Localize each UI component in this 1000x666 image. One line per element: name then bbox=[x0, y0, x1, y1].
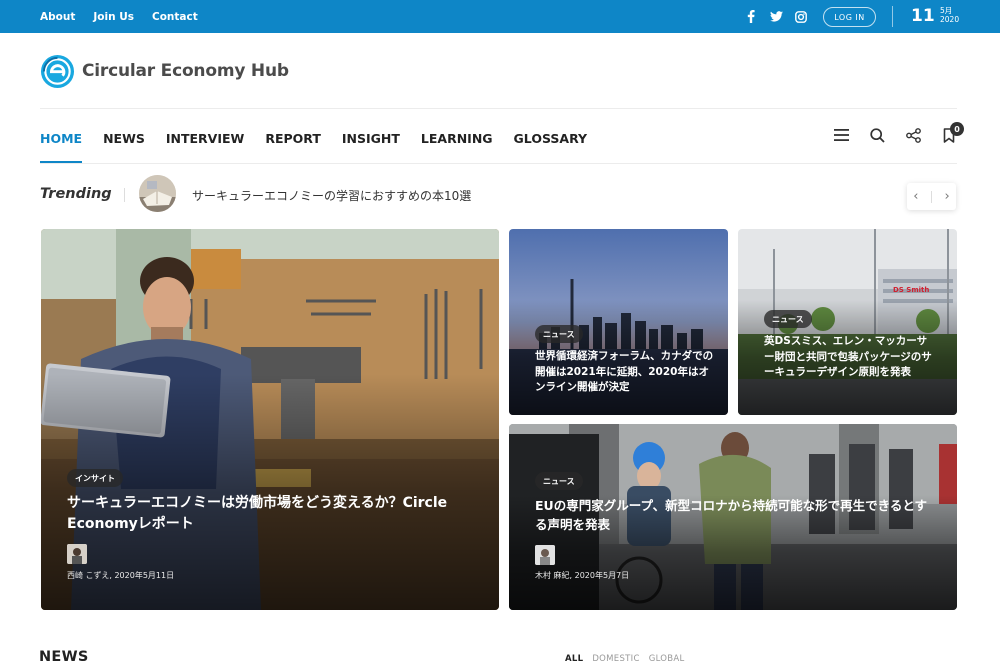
menu-icon[interactable] bbox=[832, 126, 850, 144]
featured-main-card[interactable]: インサイト サーキュラーエコノミーは労働市場をどう変えるか？Circle Eco… bbox=[41, 229, 499, 610]
trending-separator bbox=[124, 188, 125, 202]
logo-text: Circular Economy Hub bbox=[82, 61, 289, 81]
twitter-icon[interactable] bbox=[769, 10, 783, 24]
trending-prev-button[interactable]: ‹ bbox=[913, 189, 918, 204]
featured-main-tag[interactable]: インサイト bbox=[67, 469, 123, 487]
login-button[interactable]: LOG IN bbox=[823, 7, 876, 27]
main-nav: HOME NEWS INTERVIEW REPORT INSIGHT LEARN… bbox=[40, 116, 588, 163]
featured-main-title[interactable]: サーキュラーエコノミーは労働市場をどう変えるか？Circle Economyレポ… bbox=[67, 493, 477, 534]
featured-forum-tag[interactable]: ニュース bbox=[535, 325, 583, 343]
share-icon[interactable] bbox=[904, 126, 922, 144]
nav-home[interactable]: HOME bbox=[40, 116, 83, 163]
bookmark-count-badge: 0 bbox=[950, 122, 964, 136]
dssmith-sign: DS Smith bbox=[893, 286, 930, 294]
nav-report[interactable]: REPORT bbox=[265, 116, 321, 160]
social-links bbox=[744, 0, 808, 33]
instagram-icon[interactable] bbox=[794, 10, 808, 24]
news-filter-all[interactable]: ALL bbox=[565, 654, 583, 664]
nav-learning[interactable]: LEARNING bbox=[421, 116, 493, 160]
featured-card-forum[interactable]: ニュース 世界循環経済フォーラム、カナダでの開催は2021年に延期、2020年は… bbox=[509, 229, 728, 415]
date-month: 5月 bbox=[940, 6, 953, 15]
logo-mark-icon bbox=[40, 54, 75, 88]
featured-eu-author-avatar bbox=[535, 545, 555, 565]
top-divider bbox=[892, 6, 893, 27]
trending-thumbnail[interactable] bbox=[139, 175, 176, 212]
news-section-heading: NEWS bbox=[39, 649, 89, 665]
news-filter-domestic[interactable]: DOMESTIC bbox=[592, 654, 639, 664]
site-logo[interactable]: Circular Economy Hub bbox=[40, 53, 289, 89]
nav-news[interactable]: NEWS bbox=[103, 116, 145, 160]
facebook-icon[interactable] bbox=[744, 10, 758, 24]
contact-link[interactable]: Contact bbox=[152, 11, 198, 23]
trending-nav: ‹ › bbox=[907, 183, 956, 210]
date-month-year: 5月 2020 bbox=[940, 6, 959, 24]
featured-eu-title[interactable]: EUの専門家グループ、新型コロナから持続可能な形で再生できるとする声明を発表 bbox=[535, 497, 935, 534]
nav-insight[interactable]: INSIGHT bbox=[342, 116, 400, 160]
featured-eu-tag[interactable]: ニュース bbox=[535, 472, 583, 490]
top-bar: About Join Us Contact LOG IN 11 5月 2020 bbox=[0, 0, 1000, 33]
trending-headline[interactable]: サーキュラーエコノミーの学習におすすめの本10選 bbox=[192, 187, 471, 204]
trending-nav-divider bbox=[931, 190, 932, 203]
featured-main-author-avatar bbox=[67, 544, 87, 564]
join-us-link[interactable]: Join Us bbox=[93, 11, 134, 23]
featured-eu-meta: 木村 麻紀, 2020年5月7日 bbox=[535, 571, 630, 580]
nav-tools bbox=[832, 126, 958, 144]
header-divider bbox=[40, 108, 957, 109]
news-filter-tabs: ALL DOMESTIC GLOBAL bbox=[565, 654, 685, 664]
date-day: 11 bbox=[911, 6, 935, 26]
nav-interview[interactable]: INTERVIEW bbox=[166, 116, 244, 160]
about-link[interactable]: About bbox=[40, 11, 75, 23]
trending-label: Trending bbox=[40, 186, 112, 202]
featured-dssmith-title[interactable]: 英DSスミス、エレン・マッカーサー財団と共同で包装パッケージのサーキュラーデザイ… bbox=[764, 334, 936, 381]
trending-next-button[interactable]: › bbox=[945, 189, 950, 204]
nav-glossary[interactable]: GLOSSARY bbox=[514, 116, 588, 160]
featured-card-dssmith[interactable]: DS Smith ニュース 英DSスミス、エレン・マッカーサー財団と共同で包装パ… bbox=[738, 229, 957, 415]
news-filter-global[interactable]: GLOBAL bbox=[649, 654, 685, 664]
featured-main-meta: 西崎 こずえ, 2020年5月11日 bbox=[67, 571, 175, 580]
top-links: About Join Us Contact bbox=[40, 0, 198, 33]
featured-forum-title[interactable]: 世界循環経済フォーラム、カナダでの開催は2021年に延期、2020年はオンライン… bbox=[535, 349, 715, 396]
search-icon[interactable] bbox=[868, 126, 886, 144]
date-year: 2020 bbox=[940, 15, 960, 24]
featured-dssmith-tag[interactable]: ニュース bbox=[764, 310, 812, 328]
featured-card-eu[interactable]: ニュース EUの専門家グループ、新型コロナから持続可能な形で再生できるとする声明… bbox=[509, 424, 957, 610]
nav-divider bbox=[40, 163, 957, 164]
